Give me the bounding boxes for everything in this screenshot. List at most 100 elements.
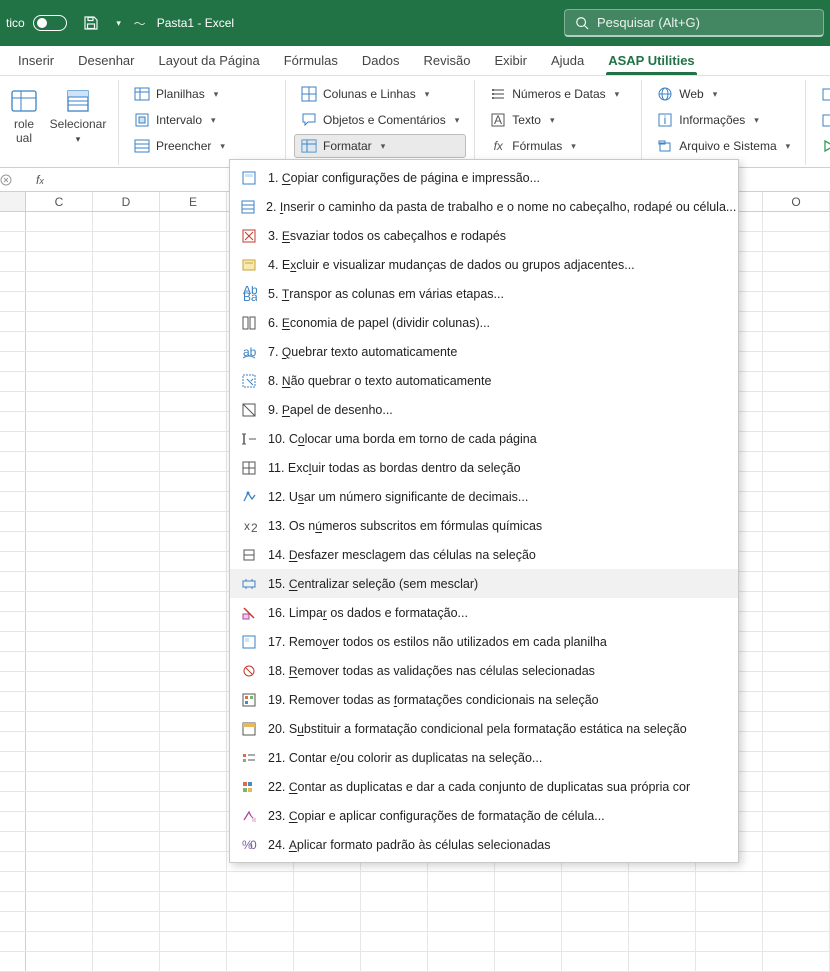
cell[interactable] xyxy=(495,932,562,951)
menu-item-11[interactable]: 11. Excluir todas as bordas dentro da se… xyxy=(230,453,738,482)
cell[interactable] xyxy=(696,872,763,891)
row-header[interactable] xyxy=(0,692,26,711)
cell[interactable] xyxy=(26,632,93,651)
cell[interactable] xyxy=(428,872,495,891)
menu-item-23[interactable]: 23. Copiar e aplicar configurações de fo… xyxy=(230,801,738,830)
cell[interactable] xyxy=(160,312,227,331)
cell[interactable] xyxy=(160,592,227,611)
cell[interactable] xyxy=(763,552,830,571)
cell[interactable] xyxy=(763,292,830,311)
cell[interactable] xyxy=(763,352,830,371)
cell[interactable] xyxy=(26,472,93,491)
exportar-button[interactable]: Exportar xyxy=(814,108,830,132)
cell[interactable] xyxy=(763,792,830,811)
cell[interactable] xyxy=(696,952,763,971)
cell[interactable] xyxy=(696,912,763,931)
cell[interactable] xyxy=(93,912,160,931)
cell[interactable] xyxy=(629,872,696,891)
cell[interactable] xyxy=(26,612,93,631)
cell[interactable] xyxy=(93,592,160,611)
row-header[interactable] xyxy=(0,712,26,731)
arquivo-sistema-button[interactable]: Arquivo e Sistema xyxy=(650,134,797,158)
cell[interactable] xyxy=(160,532,227,551)
cell[interactable] xyxy=(26,272,93,291)
numeros-datas-button[interactable]: Números e Datas xyxy=(483,82,633,106)
cell[interactable] xyxy=(361,912,428,931)
cell[interactable] xyxy=(93,612,160,631)
cell[interactable] xyxy=(26,592,93,611)
cell[interactable] xyxy=(93,452,160,471)
row-header[interactable] xyxy=(0,792,26,811)
cell[interactable] xyxy=(26,652,93,671)
row-header[interactable] xyxy=(0,512,26,531)
cell[interactable] xyxy=(93,412,160,431)
formula-cancel-icon[interactable] xyxy=(0,174,30,186)
cell[interactable] xyxy=(763,672,830,691)
qat-customize[interactable]: ▾ xyxy=(105,9,133,37)
cell[interactable] xyxy=(93,792,160,811)
cell[interactable] xyxy=(93,712,160,731)
cell[interactable] xyxy=(160,252,227,271)
cell[interactable] xyxy=(763,392,830,411)
cell[interactable] xyxy=(26,432,93,451)
cell[interactable] xyxy=(26,732,93,751)
select-all-corner[interactable] xyxy=(0,192,26,211)
cell[interactable] xyxy=(160,952,227,971)
cell[interactable] xyxy=(294,932,361,951)
cell[interactable] xyxy=(763,252,830,271)
cell[interactable] xyxy=(93,512,160,531)
menu-item-9[interactable]: 9. Papel de desenho... xyxy=(230,395,738,424)
row-header[interactable] xyxy=(0,892,26,911)
cell[interactable] xyxy=(160,212,227,231)
row-header[interactable] xyxy=(0,292,26,311)
cell[interactable] xyxy=(93,772,160,791)
cell[interactable] xyxy=(26,212,93,231)
row-header[interactable] xyxy=(0,232,26,251)
cell[interactable] xyxy=(227,932,294,951)
cell[interactable] xyxy=(26,512,93,531)
iniciar-button[interactable]: Iniciar xyxy=(814,134,830,158)
cell[interactable] xyxy=(93,432,160,451)
cell[interactable] xyxy=(93,312,160,331)
cell[interactable] xyxy=(160,872,227,891)
menu-item-7[interactable]: ab7. Quebrar texto automaticamente xyxy=(230,337,738,366)
cell[interactable] xyxy=(93,572,160,591)
cell[interactable] xyxy=(562,932,629,951)
row-header[interactable] xyxy=(0,852,26,871)
cell[interactable] xyxy=(93,532,160,551)
formulas-button[interactable]: fxFórmulas xyxy=(483,134,633,158)
cell[interactable] xyxy=(160,512,227,531)
cell[interactable] xyxy=(227,872,294,891)
row-header[interactable] xyxy=(0,632,26,651)
cell[interactable] xyxy=(763,272,830,291)
cell[interactable] xyxy=(428,932,495,951)
cell[interactable] xyxy=(294,912,361,931)
cell[interactable] xyxy=(93,872,160,891)
cell[interactable] xyxy=(93,672,160,691)
cell[interactable] xyxy=(26,752,93,771)
row-header[interactable] xyxy=(0,752,26,771)
cell[interactable] xyxy=(562,912,629,931)
menu-item-16[interactable]: 16. Limpar os dados e formatação... xyxy=(230,598,738,627)
cell[interactable] xyxy=(26,932,93,951)
cell[interactable] xyxy=(763,312,830,331)
cell[interactable] xyxy=(160,232,227,251)
row-header[interactable] xyxy=(0,772,26,791)
cell[interactable] xyxy=(562,892,629,911)
row-header[interactable] xyxy=(0,492,26,511)
cell[interactable] xyxy=(26,852,93,871)
row-header[interactable] xyxy=(0,652,26,671)
cell[interactable] xyxy=(763,772,830,791)
cell[interactable] xyxy=(227,892,294,911)
menu-item-4[interactable]: 4. Excluir e visualizar mudanças de dado… xyxy=(230,250,738,279)
cell[interactable] xyxy=(26,892,93,911)
cell[interactable] xyxy=(361,892,428,911)
cell[interactable] xyxy=(763,932,830,951)
cell[interactable] xyxy=(160,352,227,371)
cell[interactable] xyxy=(160,672,227,691)
cell[interactable] xyxy=(763,872,830,891)
tab-exibir[interactable]: Exibir xyxy=(482,48,539,75)
cell[interactable] xyxy=(26,692,93,711)
cell[interactable] xyxy=(93,812,160,831)
row-header[interactable] xyxy=(0,592,26,611)
